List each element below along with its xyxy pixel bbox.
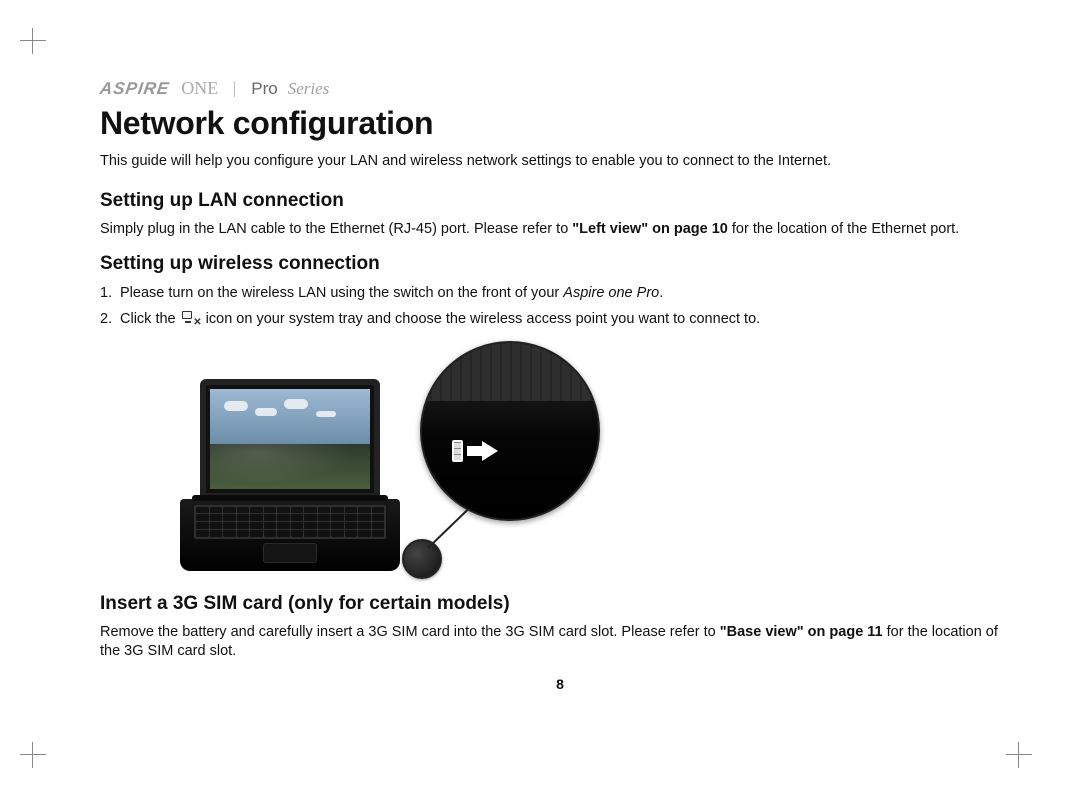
- crop-mark-bottom-right: [1006, 742, 1032, 768]
- brand-divider: [234, 81, 235, 97]
- step2-before: Click the: [120, 311, 180, 327]
- lan-crossref: "Left view" on page 10: [572, 221, 728, 237]
- step2-after: icon on your system tray and choose the …: [202, 311, 761, 327]
- step1-after: .: [659, 285, 663, 301]
- paragraph-lan: Simply plug in the LAN cable to the Ethe…: [100, 220, 1020, 240]
- wireless-step-2: Click the ✕ icon on your system tray and…: [100, 309, 1020, 331]
- paragraph-sim: Remove the battery and carefully insert …: [100, 623, 1020, 662]
- step1-product-name: Aspire one Pro: [563, 285, 659, 301]
- brand-header: ASPIRE ONE Pro Series: [100, 78, 1020, 99]
- intro-paragraph: This guide will help you configure your …: [100, 152, 1020, 172]
- figure-wireless-switch: acer: [180, 341, 600, 581]
- heading-sim: Insert a 3G SIM card (only for certain m…: [100, 593, 1020, 615]
- lan-text-after: for the location of the Ethernet port.: [728, 221, 959, 237]
- crop-mark-top-left: [20, 28, 46, 54]
- heading-lan: Setting up LAN connection: [100, 190, 1020, 212]
- sim-crossref: "Base view" on page 11: [720, 624, 883, 640]
- sim-text-before: Remove the battery and carefully insert …: [100, 624, 720, 640]
- heading-wireless: Setting up wireless connection: [100, 253, 1020, 275]
- crop-mark-bottom-left: [20, 742, 46, 768]
- magnifier-inset: [420, 341, 600, 521]
- brand-aspire-logo: ASPIRE: [99, 79, 171, 99]
- brand-pro-text: Pro: [251, 79, 277, 99]
- step1-before: Please turn on the wireless LAN using th…: [120, 285, 563, 301]
- brand-series-text: Series: [288, 79, 330, 99]
- callout-origin-dot: [402, 539, 442, 579]
- network-tray-icon: ✕: [182, 311, 200, 327]
- document-page: ASPIRE ONE Pro Series Network configurat…: [0, 0, 1080, 796]
- page-number: 8: [100, 676, 1020, 692]
- laptop-illustration: acer: [180, 379, 400, 571]
- brand-one-logo: ONE: [181, 78, 218, 99]
- lan-text-before: Simply plug in the LAN cable to the Ethe…: [100, 221, 572, 237]
- wireless-steps: Please turn on the wireless LAN using th…: [100, 283, 1020, 331]
- wireless-switch-icon: [452, 439, 498, 463]
- page-content: ASPIRE ONE Pro Series Network configurat…: [100, 78, 1020, 692]
- wireless-step-1: Please turn on the wireless LAN using th…: [100, 283, 1020, 305]
- page-title: Network configuration: [100, 105, 1020, 142]
